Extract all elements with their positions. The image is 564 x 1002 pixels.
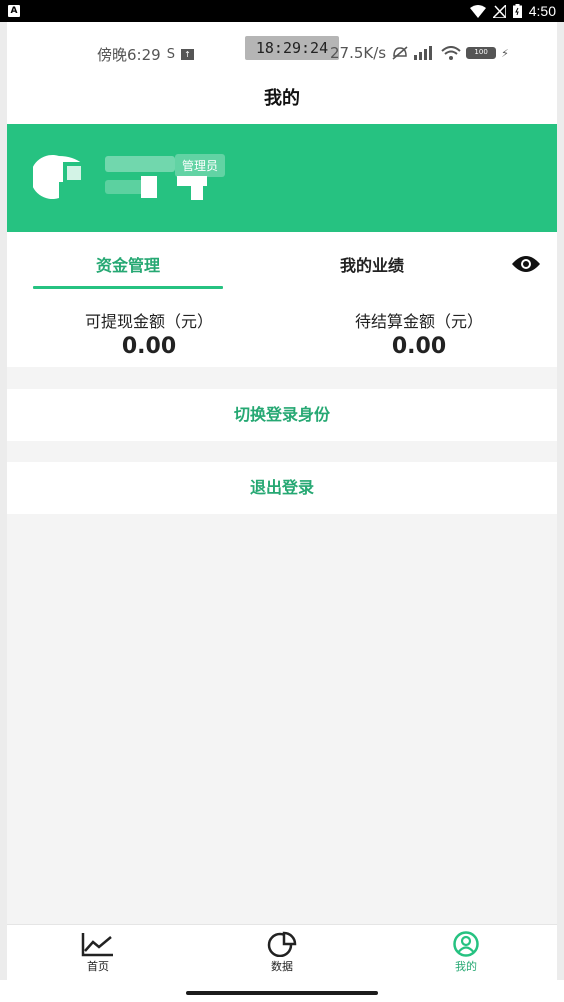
redaction-block [191,176,203,200]
system-time: 4:50 [528,3,556,19]
withdrawable-label: 可提现金额（元） [84,312,213,331]
pending-value: 0.00 [391,334,447,359]
withdrawable-value: 0.00 [121,334,177,359]
bottom-tab-bar: 首页 数据 我的 [7,924,557,980]
logout-button[interactable]: 退出登录 [7,462,557,514]
tab-funds-management[interactable]: 资金管理 [33,252,223,276]
user-id-redacted [105,180,145,194]
battery-icon [512,4,522,18]
switch-identity-button[interactable]: 切换登录身份 [7,389,557,441]
tab-my-performance[interactable]: 我的业绩 [307,252,437,276]
funds-card: 资金管理 我的业绩 可提现金额（元） 0.00 待结算金额（元） 0.00 [7,232,557,367]
sync-icon: S [166,47,175,62]
eye-icon[interactable] [511,254,541,274]
pie-chart-icon [267,931,297,957]
upload-icon: ↑ [180,49,194,60]
line-chart-icon [81,933,113,957]
tab-data[interactable]: 数据 [227,931,337,974]
title-bar: 我的 [7,72,557,124]
system-status-bar: A 4:50 [0,0,564,22]
tab-mine[interactable]: 我的 [411,931,521,974]
tab-home[interactable]: 首页 [43,931,153,974]
screen-recording-clock: 18:29:24 [245,36,339,60]
role-badge: 管理员 [175,154,226,177]
inner-time-text: 傍晚6:29 [97,46,161,64]
avatar [33,155,83,199]
charging-icon: ⚡ [501,46,509,60]
wifi-icon [469,4,486,18]
tab-mine-label: 我的 [455,960,477,973]
redaction-block [141,176,157,198]
frame-edge-left [0,22,7,980]
frame-edge-right [557,22,564,980]
page-title: 我的 [264,88,300,109]
user-name-redacted [105,156,175,172]
app-notification-icon: A [8,5,20,17]
tab-data-label: 数据 [271,960,293,973]
withdrawable-amount: 可提现金额（元） 0.00 [19,308,279,359]
network-speed: 27.5K/s [330,44,387,62]
user-circle-icon [453,931,479,957]
tab-home-label: 首页 [87,960,109,973]
pending-label: 待结算金额（元） [354,312,483,331]
mute-icon [392,46,408,60]
signal-off-icon [492,4,506,18]
signal-icon [414,46,433,60]
active-tab-indicator [33,286,223,289]
home-indicator[interactable] [186,991,378,995]
wifi-icon [441,46,461,60]
battery-level: 100 [466,47,497,59]
app-frame: 傍晚6:29 S ↑ 18:29:24 27.5K/s 100 ⚡ 我的 管理员 [7,22,557,980]
pending-amount: 待结算金额（元） 0.00 [289,308,549,359]
profile-header: 管理员 [7,124,557,232]
